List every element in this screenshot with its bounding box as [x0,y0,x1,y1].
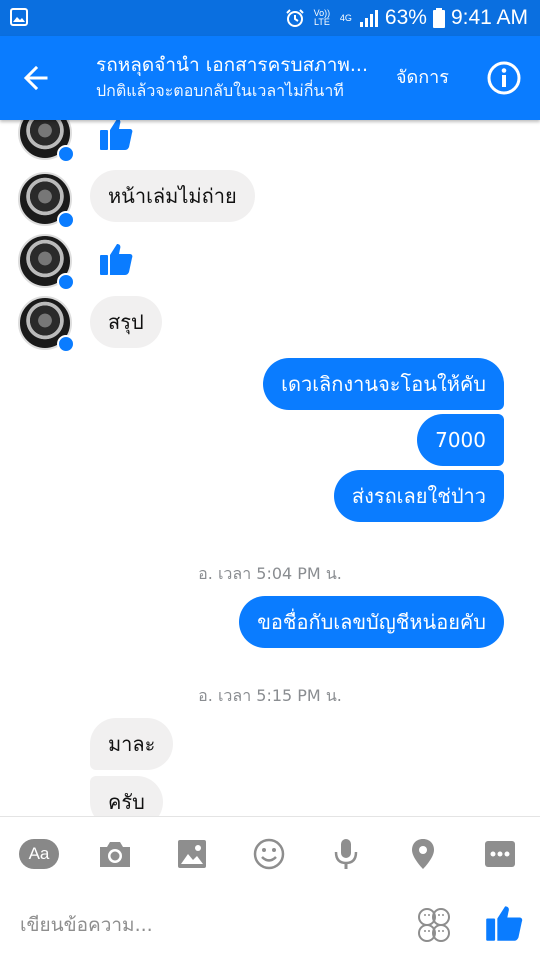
message-input[interactable] [20,909,380,941]
messenger-badge-icon [57,273,75,291]
battery-icon [432,8,445,28]
composer-toolbar: Aa [0,827,540,879]
outgoing-message[interactable]: เดวเลิกงานจะโอนให้คับ [263,358,504,410]
message-timestamp: อ. เวลา 5:04 PM น. [198,564,342,583]
emoji-button[interactable] [248,833,290,875]
status-bar: Vo)) LTE 4G 63% 9:41 AM [0,0,540,36]
text-format-button[interactable]: Aa [18,833,60,875]
messenger-badge-icon [57,335,75,353]
page-title: รถหลุดจำนำ เอกสารครบสภาพ... [96,54,369,76]
signal-icon [359,10,378,27]
reaction-faces-icon[interactable] [414,905,454,945]
clock: 9:41 AM [450,6,528,29]
messenger-badge-icon [57,211,75,229]
manage-button[interactable]: จัดการ [396,64,449,92]
message-list[interactable]: หน้าเล่มไม่ถ่าย สรุป เดวเลิกงานจะโอนให้ค… [0,120,540,816]
gallery-button[interactable] [171,833,213,875]
composer: Aa [0,816,540,960]
volte-indicator: Vo)) LTE [313,8,331,27]
sender-avatar[interactable] [18,234,75,291]
gallery-notification-icon [10,8,28,26]
smiley-icon [253,838,285,870]
camera-icon [100,842,130,867]
like-thumb-icon[interactable] [98,241,134,277]
incoming-message[interactable]: มาละ [90,718,174,770]
incoming-message[interactable]: ครับ [90,776,163,816]
sender-avatar[interactable] [18,120,75,163]
conversation-header: รถหลุดจำนำ เอกสารครบสภาพ... ปกติแล้วจะตอ… [0,36,540,120]
info-icon[interactable] [486,60,522,96]
more-dots-icon [485,841,515,867]
location-pin-icon [412,839,434,869]
like-thumb-icon [100,120,133,150]
image-icon [178,840,206,868]
back-arrow-icon[interactable] [18,60,54,96]
location-button[interactable] [402,833,444,875]
voice-button[interactable] [325,833,367,875]
conversation-title-block[interactable]: รถหลุดจำนำ เอกสารครบสภาพ... ปกติแล้วจะตอ… [96,52,378,104]
incoming-message[interactable]: สรุป [90,296,162,348]
incoming-message[interactable]: หน้าเล่มไม่ถ่าย [90,170,255,222]
messenger-badge-icon [57,145,75,163]
camera-button[interactable] [94,833,136,875]
outgoing-message[interactable]: 7000 [417,414,504,466]
outgoing-message[interactable]: ขอชื่อกับเลขบัญชีหน่อยคับ [239,596,504,648]
alarm-icon [286,9,304,27]
network-type: 4G [339,12,352,23]
battery-percent: 63% [384,6,427,29]
message-timestamp: อ. เวลา 5:15 PM น. [198,686,342,705]
sender-avatar[interactable] [18,296,75,353]
microphone-icon [334,839,358,869]
outgoing-message[interactable]: ส่งรถเลยใช่ป่าว [333,470,504,522]
aa-label: Aa [19,839,59,869]
like-send-icon[interactable] [484,903,524,943]
response-time-subtitle: ปกติแล้วจะตอบกลับในเวลาไม่กี่นาที [96,81,344,100]
sender-avatar[interactable] [18,172,75,229]
more-button[interactable] [479,833,521,875]
